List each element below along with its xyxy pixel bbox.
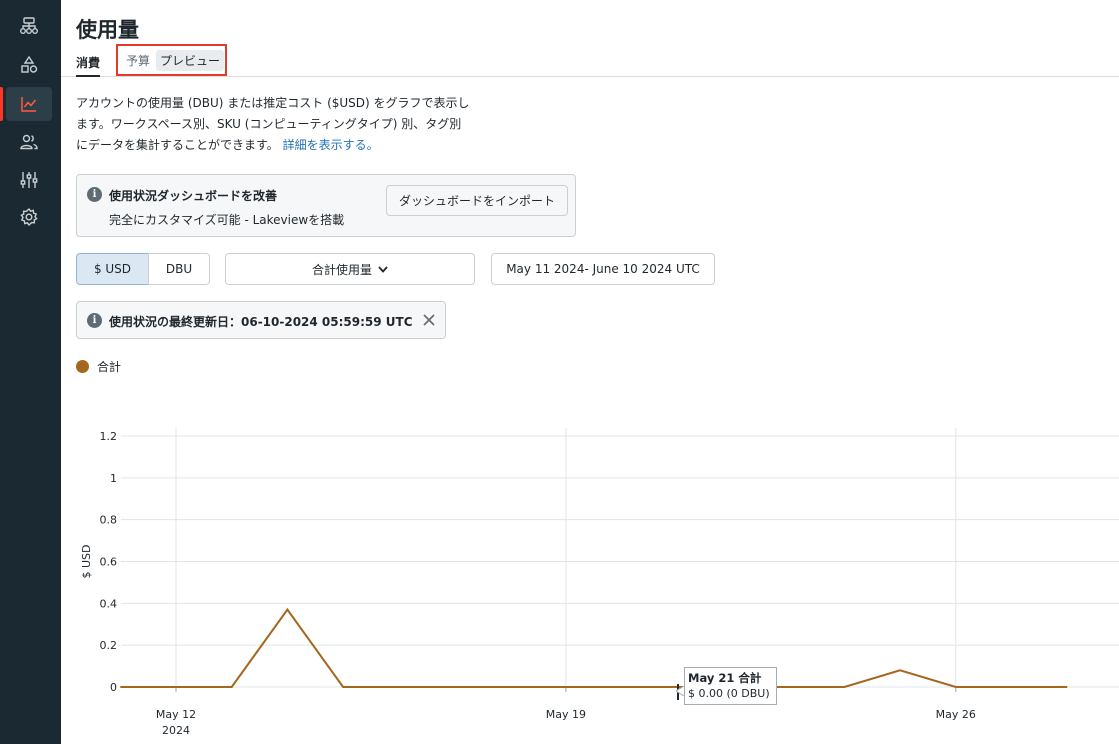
sidebar-item-workspaces[interactable] [6, 9, 52, 43]
x-tick-label: May 19 [546, 708, 586, 721]
chevron-down-icon [378, 265, 388, 273]
tooltip-title: May 21 合計 [688, 671, 762, 685]
x-tick-label: May 26 [936, 708, 976, 721]
y-tick-label: 0.6 [100, 556, 118, 569]
preview-badge: プレビュー [156, 49, 225, 71]
info-icon: i [87, 313, 102, 328]
users-icon [20, 134, 38, 150]
aggregate-dropdown-label: 合計使用量 [311, 262, 372, 277]
y-axis-label: $ USD [80, 545, 93, 579]
tab-budget[interactable]: 予算 プレビュー [116, 44, 227, 76]
gear-icon [20, 207, 38, 227]
series-line [120, 607, 1068, 688]
last-updated-notice: i 使用状況の最終更新日：06-10-2024 05:59:59 UTC [76, 301, 446, 339]
tab-budget-label: 予算 [126, 53, 151, 68]
description-line: ます。ワークスペース別、SKU (コンピューティングタイプ) 別、タグ別 [76, 117, 462, 131]
y-tick-label: 0.4 [100, 597, 118, 610]
shapes-icon [21, 55, 38, 73]
page-title: 使用量 [76, 18, 139, 42]
date-range-picker[interactable]: May 11 2024- June 10 2024 UTC [491, 253, 715, 285]
info-icon: i [87, 187, 102, 202]
sidebar-nav [0, 0, 61, 744]
y-tick-label: 1.2 [100, 430, 118, 443]
usage-chart: 0 0.2 0.4 0.6 0.8 1 1.2 May 12 2024 May 19 May 26 $… [80, 428, 1119, 737]
x-tick-label: May 12 [156, 708, 196, 721]
sidebar-item-settings[interactable] [6, 200, 52, 234]
sidebar-item-users[interactable] [6, 125, 52, 159]
tab-consumption[interactable]: 消費 [76, 54, 101, 77]
aggregate-dropdown[interactable]: 合計使用量 [225, 253, 475, 285]
callout-title: 使用状況ダッシュボードを改善 [109, 189, 278, 203]
y-tick-label: 0.2 [100, 639, 118, 652]
chart-tooltip: May 21 合計 $ 0.00 (0 DBU) [684, 667, 777, 705]
description-line: アカウントの使用量 (DBU) または推定コスト ($USD) をグラフで表示し [76, 96, 470, 110]
callout-subtitle: 完全にカスタマイズ可能 - Lakeviewを搭載 [109, 213, 345, 227]
line-chart-icon [21, 97, 37, 112]
x-tick-sublabel: 2024 [162, 724, 190, 737]
tooltip-arrow [676, 686, 684, 696]
legend-label: 合計 [97, 360, 122, 374]
sidebar-item-settings-sliders[interactable] [6, 163, 52, 197]
workspaces-icon [20, 17, 38, 34]
sliders-icon [20, 172, 38, 188]
y-tick-label: 0 [110, 681, 117, 694]
import-dashboard-button[interactable]: ダッシュボードをインポート [386, 185, 568, 216]
dbu-toggle-button[interactable]: DBU [148, 253, 210, 285]
learn-more-link[interactable]: 詳細を表示する。 [283, 138, 379, 152]
close-icon[interactable] [421, 312, 437, 328]
last-updated-text: 使用状況の最終更新日：06-10-2024 05:59:59 UTC [109, 315, 413, 329]
y-tick-label: 1 [110, 472, 117, 485]
y-tick-label: 0.8 [100, 514, 118, 527]
dashboard-callout: i 使用状況ダッシュボードを改善 完全にカスタマイズ可能 - Lakeviewを… [76, 174, 576, 237]
sidebar-item-usage[interactable] [0, 87, 52, 121]
sidebar-item-data[interactable] [6, 48, 52, 82]
usd-toggle-button[interactable]: $ USD [76, 253, 149, 285]
tooltip-value: $ 0.00 (0 DBU) [688, 687, 770, 700]
description-text: にデータを集計することができます。 [76, 138, 279, 152]
chart-legend[interactable]: 合計 [76, 358, 121, 375]
tab-bar: 消費 予算 プレビュー [61, 44, 1119, 77]
main-content: 使用量 消費 予算 プレビュー アカウントの使用量 (DBU) または推定コスト… [61, 0, 1119, 744]
legend-swatch [76, 360, 89, 373]
description-line: にデータを集計することができます。 詳細を表示する。 [76, 135, 486, 156]
page-description: アカウントの使用量 (DBU) または推定コスト ($USD) をグラフで表示し… [76, 93, 486, 156]
